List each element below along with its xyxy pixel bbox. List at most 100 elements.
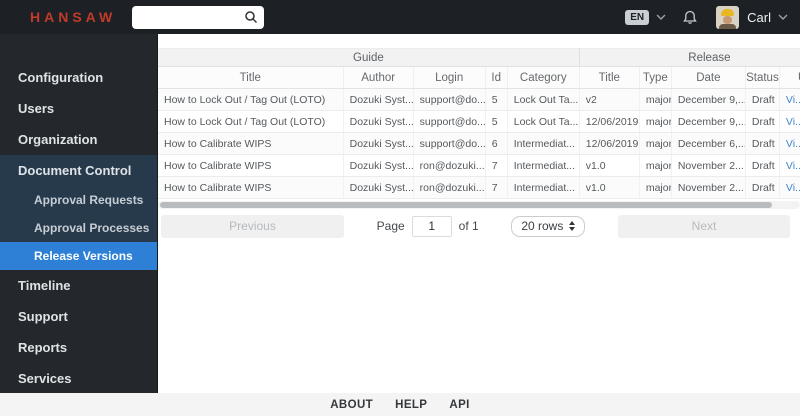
cell-type-6: major xyxy=(639,88,672,111)
view-release-link[interactable]: Vi... xyxy=(786,116,800,128)
column-header-author-1[interactable]: Author xyxy=(343,66,414,89)
sidebar-nav: Configuration Users Organization Document C… xyxy=(0,34,158,393)
next-page-button[interactable]: Next xyxy=(618,214,790,238)
cell-title-5: v1.0 xyxy=(579,154,640,177)
page-count-label: of 1 xyxy=(458,219,479,233)
cell-url-9: Vi... xyxy=(779,154,800,177)
cell-status-8: Draft xyxy=(745,154,780,177)
view-release-link[interactable]: Vi... xyxy=(786,94,800,106)
footer-link-api[interactable]: API xyxy=(449,399,469,411)
page-number-input[interactable] xyxy=(411,215,452,237)
sidebar-section-document-control: Document Control Approval Requests Approva… xyxy=(0,155,157,270)
cell-date-7: November 2... xyxy=(671,176,746,199)
column-header-title-0[interactable]: Title xyxy=(158,66,344,89)
sidebar-item-approval-requests[interactable]: Approval Requests xyxy=(0,186,157,214)
cell-type-6: major xyxy=(639,176,672,199)
cell-category-4: Lock Out Ta... xyxy=(507,110,580,133)
language-chevron-down-icon[interactable] xyxy=(656,13,666,21)
sidebar-item-reports[interactable]: Reports xyxy=(0,332,157,363)
cell-author-1: Dozuki Syst... xyxy=(343,132,414,155)
column-header-type-6[interactable]: Type xyxy=(639,66,672,89)
horizontal-scrollbar-thumb[interactable] xyxy=(160,202,772,208)
cell-status-8: Draft xyxy=(745,110,780,133)
search-icon[interactable] xyxy=(244,10,258,24)
search-box[interactable] xyxy=(132,5,265,29)
group-header-release: Release xyxy=(579,48,800,67)
footer-link-help[interactable]: HELP xyxy=(395,399,427,411)
cell-category-4: Intermediat... xyxy=(507,132,580,155)
sidebar-item-configuration[interactable]: Configuration xyxy=(0,62,157,93)
cell-url-9: Vi... xyxy=(779,88,800,111)
cell-id-3: 7 xyxy=(485,154,508,177)
footer-link-about[interactable]: ABOUT xyxy=(330,399,373,411)
cell-login-2: support@do... xyxy=(413,110,486,133)
sidebar-item-support[interactable]: Support xyxy=(0,301,157,332)
cell-category-4: Intermediat... xyxy=(507,176,580,199)
app-logo[interactable]: HANSAW xyxy=(30,9,116,25)
cell-title-5: 12/06/2019 xyxy=(579,132,640,155)
cell-title-0: How to Calibrate WIPS xyxy=(158,176,344,199)
sidebar-item-users[interactable]: Users xyxy=(0,93,157,124)
cell-title-0: How to Lock Out / Tag Out (LOTO) xyxy=(158,88,344,111)
cell-login-2: ron@dozuki... xyxy=(413,176,486,199)
sidebar-item-approval-processes[interactable]: Approval Processes xyxy=(0,214,157,242)
topbar-right-group: EN Carl xyxy=(625,5,788,29)
horizontal-scrollbar[interactable] xyxy=(158,201,800,209)
view-release-link[interactable]: Vi... xyxy=(786,160,800,172)
sidebar-item-organization[interactable]: Organization xyxy=(0,124,157,155)
column-header-login-2[interactable]: Login xyxy=(413,66,486,89)
rows-per-page-select[interactable]: 20 rows xyxy=(511,215,586,237)
cell-url-9: Vi... xyxy=(779,110,800,133)
language-badge[interactable]: EN xyxy=(625,9,650,25)
notifications-bell-icon[interactable] xyxy=(682,9,698,26)
select-stepper-icon xyxy=(569,221,576,231)
table-row: How to Calibrate WIPS Dozuki Syst... ron@d… xyxy=(158,154,800,177)
cell-login-2: ron@dozuki... xyxy=(413,154,486,177)
page-indicator: Page of 1 xyxy=(377,215,479,237)
user-menu-chevron-down-icon[interactable] xyxy=(778,13,788,21)
avatar-face xyxy=(723,15,733,24)
sidebar-item-document-control[interactable]: Document Control xyxy=(0,155,157,186)
cell-title-5: v2 xyxy=(579,88,640,111)
column-header-title-5[interactable]: Title xyxy=(579,66,640,89)
cell-title-0: How to Calibrate WIPS xyxy=(158,154,344,177)
table-wrapper: Guide Release Title Author Login Id Category Ti… xyxy=(158,48,800,199)
cell-status-8: Draft xyxy=(745,176,780,199)
cell-title-5: 12/06/2019 xyxy=(579,110,640,133)
cell-category-4: Lock Out Ta... xyxy=(507,88,580,111)
pagination-bar: Previous Page of 1 20 rows Next xyxy=(158,213,800,239)
sidebar-item-release-versions[interactable]: Release Versions xyxy=(0,242,157,270)
view-release-link[interactable]: Vi... xyxy=(786,182,800,194)
table-row: How to Calibrate WIPS Dozuki Syst... suppo… xyxy=(158,132,800,155)
previous-page-button[interactable]: Previous xyxy=(161,214,344,238)
cell-title-0: How to Calibrate WIPS xyxy=(158,132,344,155)
column-header-category-4[interactable]: Category xyxy=(507,66,580,89)
cell-url-9: Vi... xyxy=(779,132,800,155)
sidebar-item-services[interactable]: Services xyxy=(0,363,157,394)
cell-url-9: Vi... xyxy=(779,176,800,199)
cell-date-7: November 2... xyxy=(671,154,746,177)
search-input[interactable] xyxy=(138,10,245,24)
column-header-url-9[interactable]: URL xyxy=(779,66,800,89)
cell-login-2: support@do... xyxy=(413,132,486,155)
column-header-status-8[interactable]: Status xyxy=(745,66,780,89)
cell-type-6: major xyxy=(639,132,672,155)
cell-login-2: support@do... xyxy=(413,88,486,111)
column-header-id-3[interactable]: Id xyxy=(485,66,508,89)
cell-type-6: major xyxy=(639,154,672,177)
cell-author-1: Dozuki Syst... xyxy=(343,110,414,133)
view-release-link[interactable]: Vi... xyxy=(786,138,800,150)
cell-id-3: 6 xyxy=(485,132,508,155)
user-avatar[interactable] xyxy=(716,5,740,29)
cell-author-1: Dozuki Syst... xyxy=(343,88,414,111)
cell-title-0: How to Lock Out / Tag Out (LOTO) xyxy=(158,110,344,133)
user-name[interactable]: Carl xyxy=(747,10,771,25)
table-row: How to Lock Out / Tag Out (LOTO) Dozuki S… xyxy=(158,110,800,133)
cell-author-1: Dozuki Syst... xyxy=(343,154,414,177)
topbar: HANSAW EN Carl xyxy=(0,0,800,34)
table-row: How to Calibrate WIPS Dozuki Syst... ron@d… xyxy=(158,176,800,199)
rows-per-page-value: 20 rows xyxy=(521,219,564,233)
sidebar-item-timeline[interactable]: Timeline xyxy=(0,270,157,301)
column-header-date-7[interactable]: Date xyxy=(671,66,746,89)
release-table: Guide Release Title Author Login Id Category Ti… xyxy=(158,48,800,199)
